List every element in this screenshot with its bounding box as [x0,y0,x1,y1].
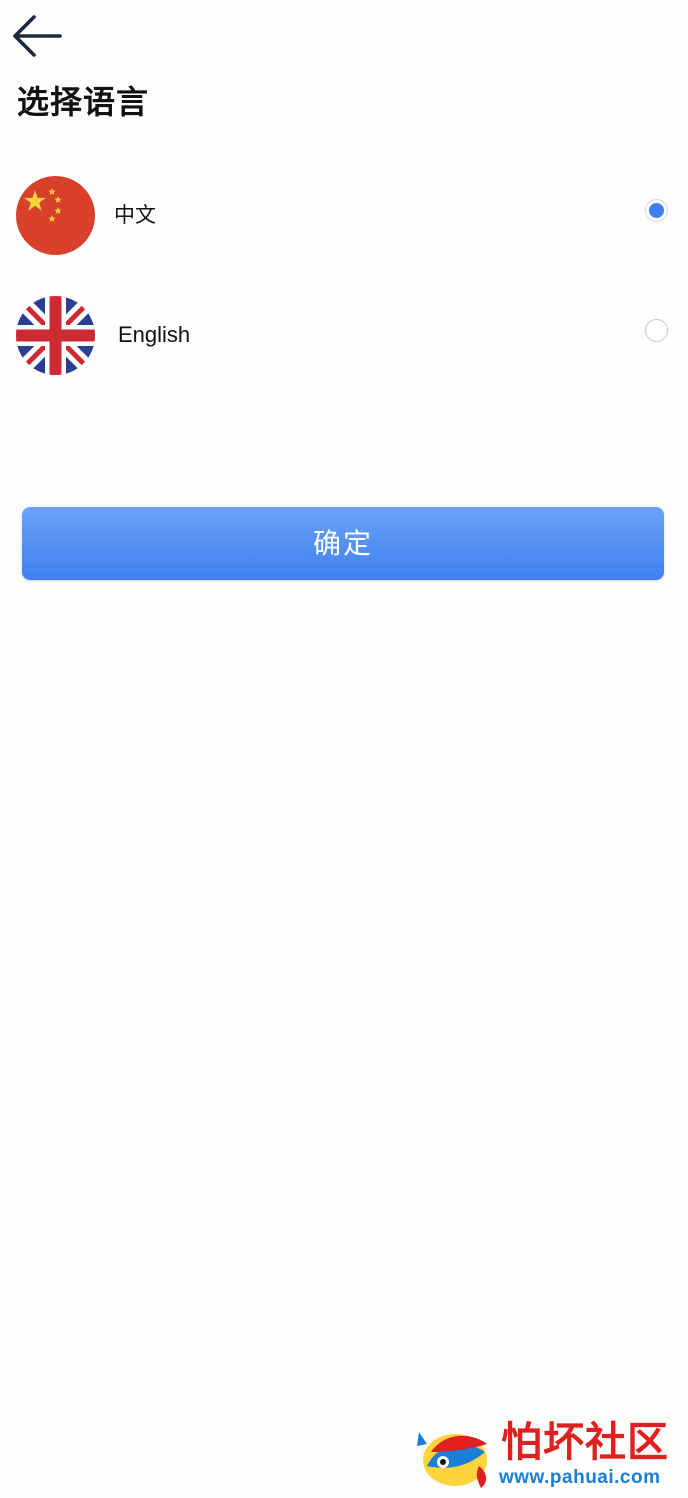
radio-chinese[interactable] [645,199,668,222]
flag-background [16,176,95,255]
language-option-english[interactable]: English [0,285,688,385]
uk-flag-icon [16,296,95,375]
china-flag-icon [16,176,95,255]
language-label-chinese: 中文 [114,203,156,227]
flag-red-horizontal [16,329,95,342]
page-title: 选择语言 [17,83,150,121]
fish-logo-icon [417,1432,487,1488]
radio-english[interactable] [645,319,668,342]
watermark-url: www.pahuai.com [499,1467,661,1488]
language-label-english: English [118,322,191,347]
back-button[interactable] [6,10,66,62]
watermark-title: 怕坏社区 [501,1418,669,1466]
arrow-left-icon [13,15,62,57]
language-option-chinese[interactable]: 中文 [0,165,688,265]
radio-selected-dot [649,203,664,218]
watermark: 怕坏社区 www.pahuai.com [415,1418,683,1494]
confirm-button[interactable]: 确定 [22,507,664,580]
